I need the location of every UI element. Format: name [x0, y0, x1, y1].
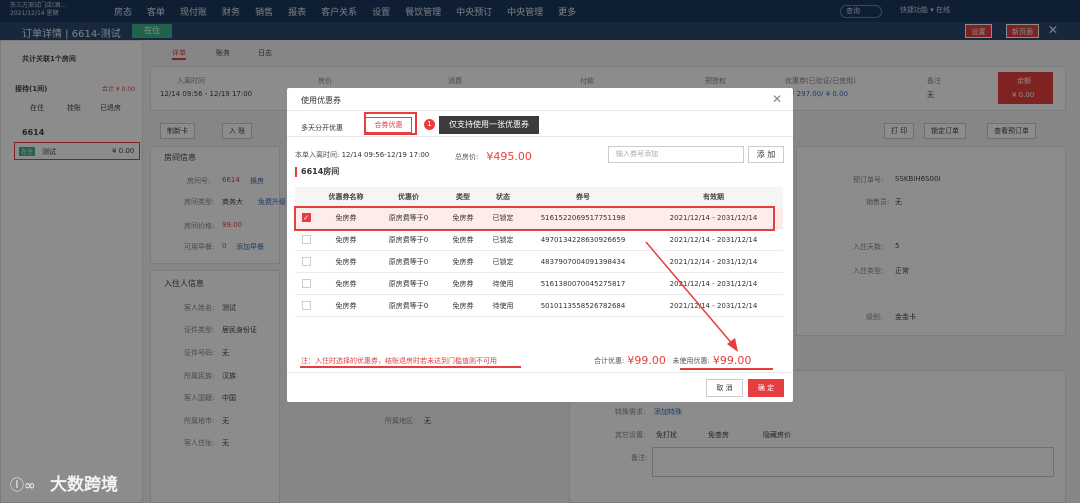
watermark-logo-icon: ⓛ∞	[10, 478, 36, 494]
watermark-text: 大数跨境	[50, 475, 118, 495]
annotation-arrow	[645, 241, 738, 352]
watermark: ⓛ∞ 大数跨境	[10, 470, 118, 495]
